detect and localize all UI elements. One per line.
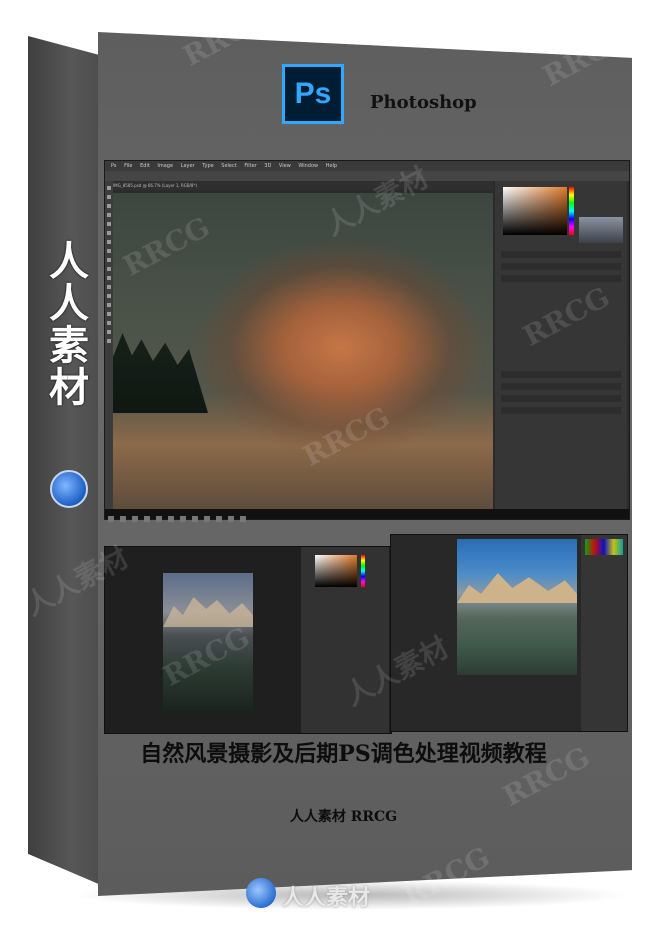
color-picker — [503, 187, 567, 235]
ps-panel — [581, 535, 627, 731]
menu-item: File — [124, 163, 133, 169]
screenshot-bottom-left — [104, 546, 392, 734]
ps-toolbar — [105, 181, 113, 517]
menu-item: Layer — [180, 163, 195, 169]
screenshot-bottom-right — [390, 534, 628, 732]
hue-slider — [361, 555, 365, 587]
properties-row — [501, 275, 621, 282]
menu-item: Type — [202, 163, 214, 169]
menu-item: Select — [221, 163, 237, 169]
app-name: Photoshop — [370, 92, 477, 113]
menu-item: 3D — [264, 163, 272, 169]
course-subtitle: 人人素材 RRCG — [289, 809, 398, 825]
ps-document-tab: IMG_8585.psd @ 66.7% (Layer 1, RGB/8*) — [113, 181, 493, 190]
menu-item: View — [278, 163, 291, 169]
windows-taskbar — [105, 509, 629, 522]
spine-logo-icon — [50, 470, 88, 508]
properties-row — [501, 263, 621, 270]
forest-silhouette — [113, 333, 208, 413]
landscape-tree-image — [113, 193, 493, 515]
brand-logo-icon — [246, 878, 276, 908]
hue-slider — [569, 187, 574, 235]
layers-row — [501, 383, 621, 390]
menu-item: Filter — [244, 163, 257, 169]
photoshop-logo-icon: Ps — [282, 64, 344, 124]
course-title: 自然风景摄影及后期PS调色处理视频教程 — [140, 741, 547, 767]
mountain-evening-image — [163, 573, 253, 711]
menu-item: Help — [325, 163, 338, 169]
ps-right-panels — [495, 181, 627, 517]
brand-name: 人人素材 — [282, 885, 371, 911]
mountain-blue-sky-image — [457, 539, 577, 675]
layers-row — [501, 371, 621, 378]
layers-row — [501, 407, 621, 414]
menu-item: Window — [298, 163, 319, 169]
ps-menubar: Ps File Edit Image Layer Type Select Fil… — [105, 161, 629, 171]
properties-row — [501, 251, 621, 258]
menu-item: Image — [157, 163, 174, 169]
histogram — [585, 539, 623, 555]
navigator-thumbnail — [579, 217, 623, 243]
color-picker — [315, 555, 357, 587]
spine-title: 人人素材 — [42, 240, 89, 408]
main-screenshot: Ps File Edit Image Layer Type Select Fil… — [104, 160, 630, 522]
menu-item: Ps — [111, 163, 117, 169]
ps-options-bar — [105, 171, 629, 181]
layers-row — [501, 395, 621, 402]
menu-item: Edit — [140, 163, 150, 169]
